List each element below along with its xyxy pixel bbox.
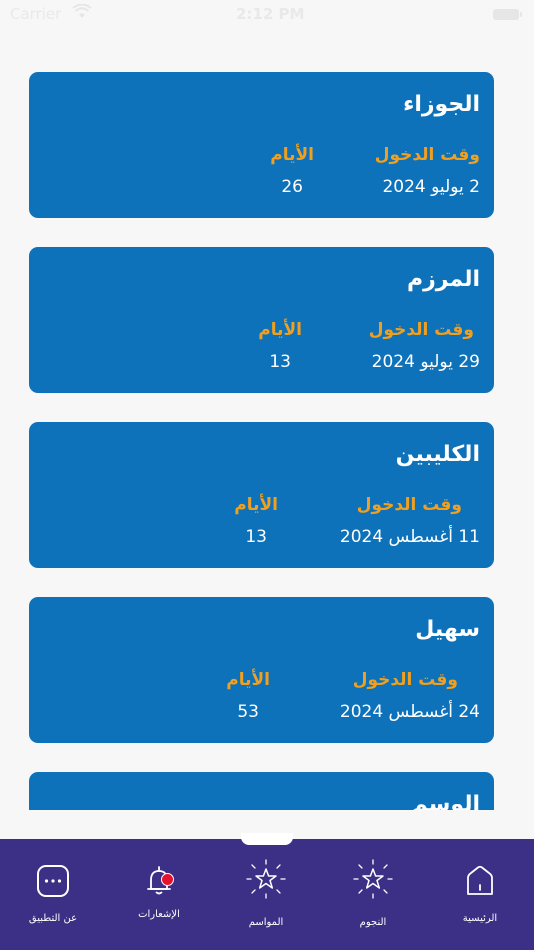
days-label: الأيام [234,495,278,515]
tab-label: المواسم [248,917,284,928]
days-column: الأيام 13 [258,319,302,373]
tab-label: عن التطبيق [28,913,78,924]
tab-label: الإشعارات [138,909,180,920]
days-value: 53 [237,702,259,722]
season-card[interactable]: الجوزاء وقت الدخول 2 يوليو 2024 الأيام 2… [29,72,494,218]
tab-home[interactable]: الرئيسية [427,839,533,950]
tab-bar: عن التطبيق الإشعارات المواسم النجوم الرئ… [0,839,534,950]
sparkle-star-icon [246,859,286,899]
days-value: 26 [281,177,303,197]
entry-label: وقت الدخول [368,320,474,340]
tab-stars[interactable]: النجوم [320,839,426,950]
seasons-list[interactable]: الجوزاء وقت الدخول 2 يوليو 2024 الأيام 2… [0,0,534,810]
tab-about[interactable]: عن التطبيق [0,839,106,950]
season-name: الكليبين [395,442,480,467]
entry-date: 11 أغسطس 2024 [339,527,480,547]
days-column: الأيام 53 [226,669,270,723]
days-value: 13 [269,352,291,372]
days-label: الأيام [270,145,314,165]
entry-label: وقت الدخول [374,145,480,165]
season-name: المرزم [406,267,480,292]
season-name: الوسم [411,792,480,810]
sparkle-star-icon [353,859,393,899]
entry-date: 2 يوليو 2024 [382,177,480,197]
season-card[interactable]: الكليبين وقت الدخول 11 أغسطس 2024 الأيام… [29,422,494,568]
season-card[interactable]: الوسم [29,772,494,810]
season-card[interactable]: المرزم وقت الدخول 29 يوليو 2024 الأيام 1… [29,247,494,393]
tab-label: الرئيسية [462,913,498,924]
entry-date: 29 يوليو 2024 [371,352,480,372]
tab-seasons[interactable]: المواسم [213,839,319,950]
entry-column: وقت الدخول 24 أغسطس 2024 [340,669,480,723]
notification-dot [161,873,174,886]
days-column: الأيام 13 [234,494,278,548]
entry-column: وقت الدخول 11 أغسطس 2024 [340,494,480,548]
entry-label: وقت الدخول [356,495,462,515]
days-value: 13 [245,527,267,547]
days-label: الأيام [258,320,302,340]
entry-label: وقت الدخول [352,670,458,690]
season-name: سهيل [415,617,480,642]
tab-label: النجوم [359,917,387,928]
more-icon [33,861,73,901]
days-column: الأيام 26 [270,144,314,198]
days-label: الأيام [226,670,270,690]
season-name: الجوزاء [403,92,480,117]
home-icon [460,861,500,901]
active-tab-indicator [241,833,293,845]
entry-column: وقت الدخول 29 يوليو 2024 [368,319,480,373]
tab-notifications[interactable]: الإشعارات [106,839,212,950]
season-card[interactable]: سهيل وقت الدخول 24 أغسطس 2024 الأيام 53 [29,597,494,743]
entry-date: 24 أغسطس 2024 [339,702,480,722]
entry-column: وقت الدخول 2 يوليو 2024 [375,144,480,198]
